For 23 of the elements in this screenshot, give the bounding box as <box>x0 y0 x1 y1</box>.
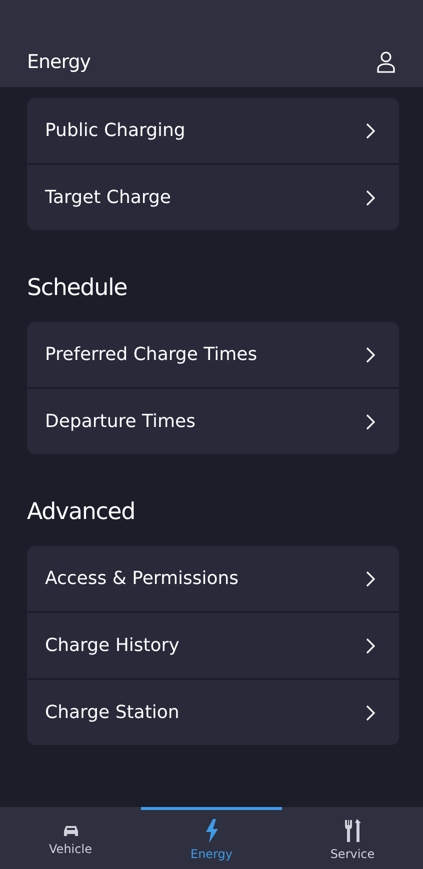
menu-item[interactable]: Departure Times <box>27 387 399 454</box>
menu-item[interactable]: Access & Permissions <box>27 546 399 611</box>
profile-icon[interactable] <box>376 51 396 73</box>
car-icon <box>62 824 80 838</box>
nav-tab[interactable]: Energy <box>141 807 282 869</box>
lightning-bolt-icon <box>204 818 218 842</box>
menu-item[interactable]: Charge History <box>27 611 399 678</box>
nav-tab[interactable]: Service <box>282 807 423 869</box>
nav-tab[interactable]: Vehicle <box>0 807 141 869</box>
menu-item[interactable]: Target Charge <box>27 163 399 230</box>
chevron-right-icon <box>365 190 375 206</box>
chevron-right-icon <box>365 346 375 362</box>
chevron-right-icon <box>365 414 375 430</box>
chevron-right-icon <box>365 704 375 720</box>
section-title: Advanced <box>27 498 136 526</box>
menu-item[interactable]: Charge Station <box>27 678 399 745</box>
chevron-right-icon <box>365 570 375 586</box>
section-title: Schedule <box>27 274 128 302</box>
chevron-right-icon <box>365 122 375 138</box>
menu-item[interactable]: Preferred Charge Times <box>27 322 399 387</box>
page-title: Energy <box>27 51 91 73</box>
chevron-right-icon <box>365 638 375 654</box>
menu-item[interactable]: Public Charging <box>27 98 399 163</box>
